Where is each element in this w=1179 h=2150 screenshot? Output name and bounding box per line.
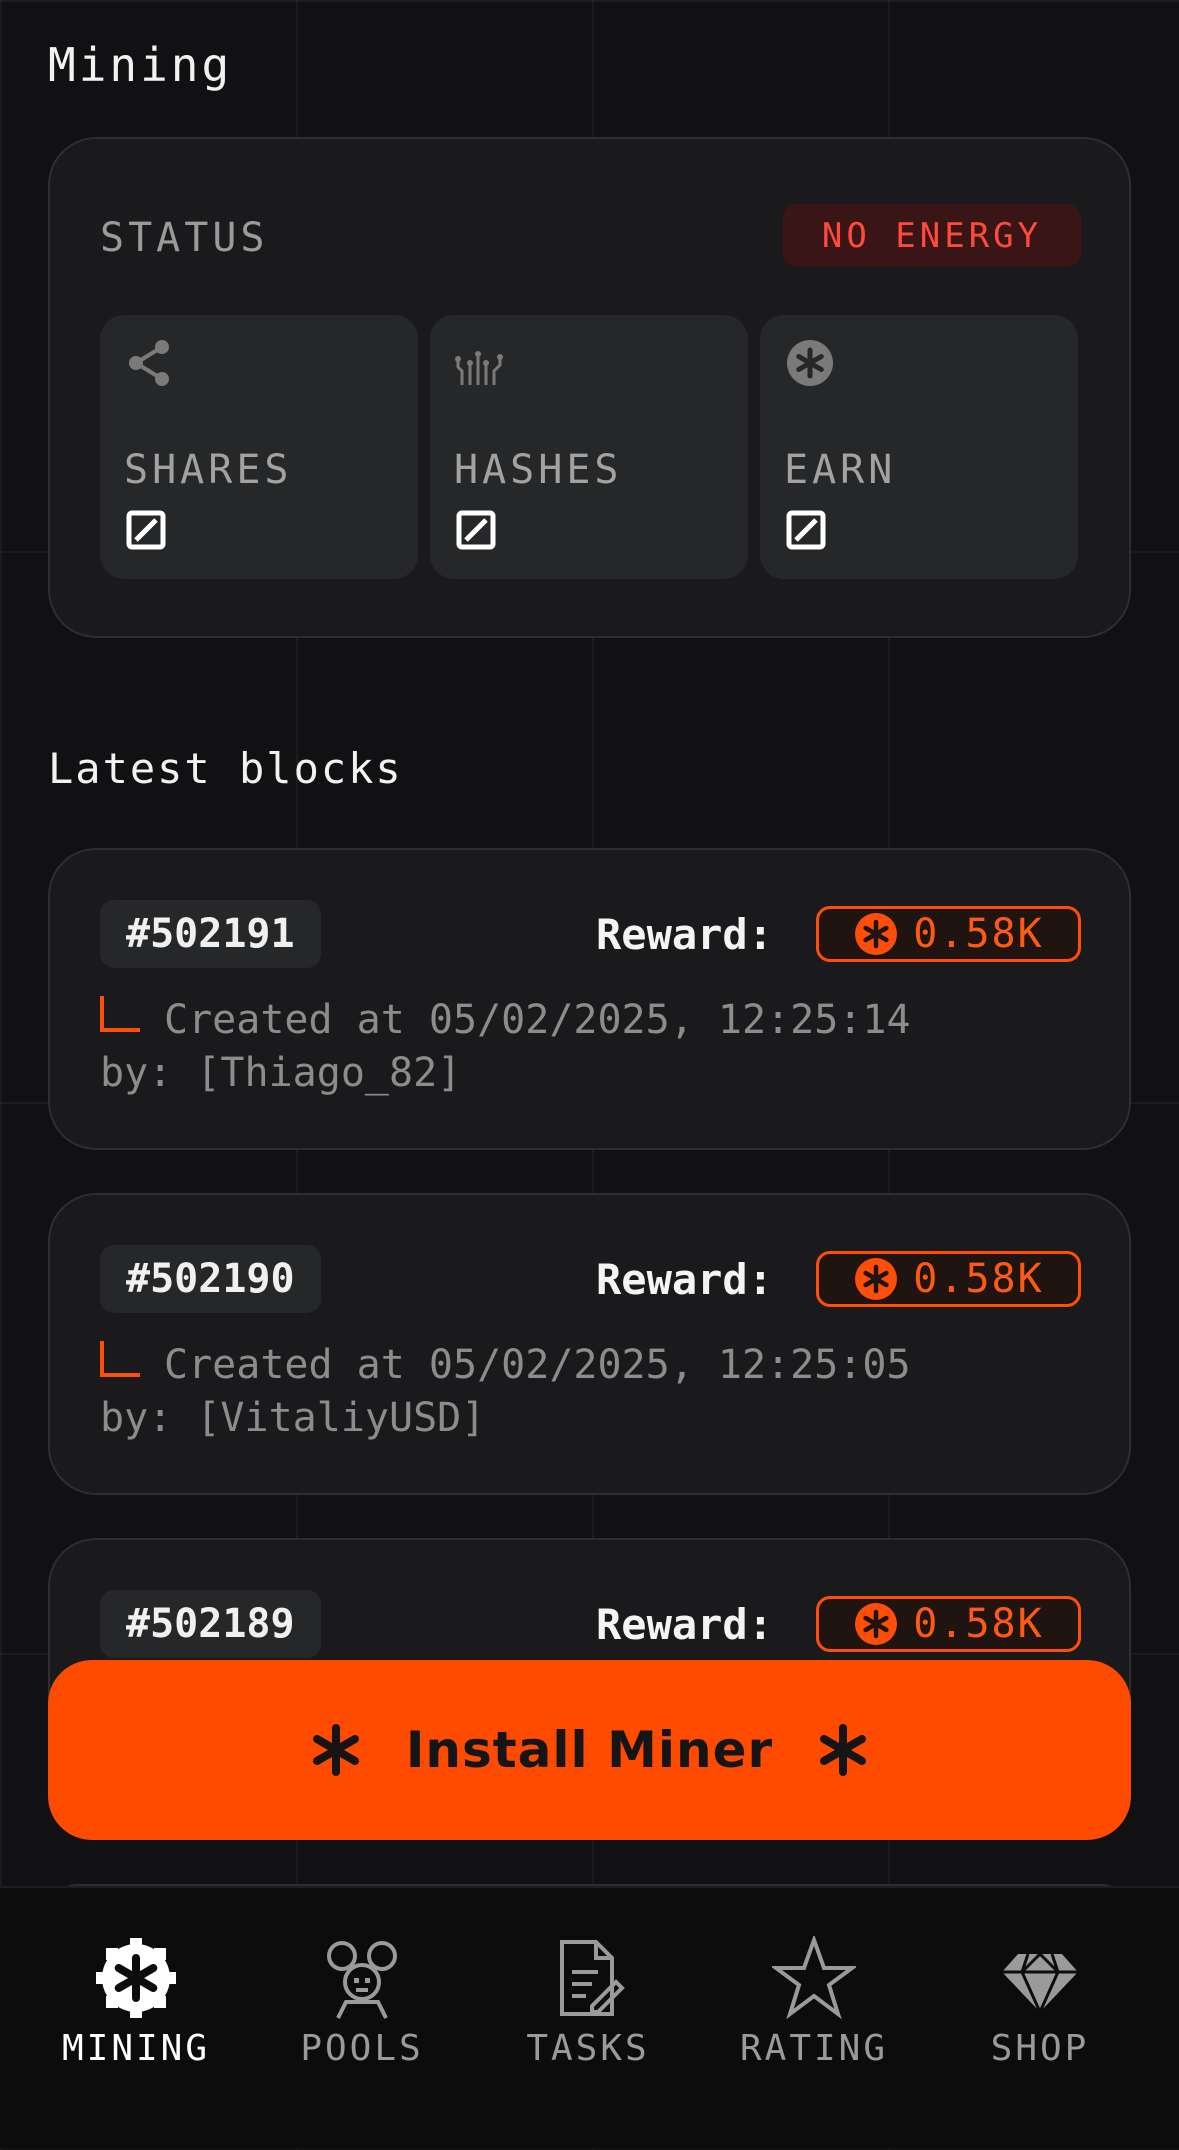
pools-icon [327,1941,397,2019]
nav-label: RATING [739,2028,889,2069]
block-created-by: by: [VitaliyUSD] [100,1395,486,1441]
nav-item-rating[interactable]: RATING [696,1888,932,2150]
rating-icon [772,1936,856,2020]
coin-icon [787,340,833,386]
tasks-icon [560,1940,625,2016]
nav-item-mining[interactable]: MINING [18,1888,254,2150]
page-title: Mining [48,38,233,92]
empty-value-icon [126,510,166,550]
elbow-connector-icon [100,996,140,1032]
coin-icon [855,1603,898,1645]
reward-badge: 0.58K [816,1596,1081,1652]
nav-item-tasks[interactable]: TASKS [470,1888,706,2150]
empty-value-icon [786,510,826,550]
block-created-at: Created at 05/02/2025, 12:25:05 [164,1342,911,1388]
latest-blocks-title: Latest blocks [48,744,403,793]
block-created-info: Created at 05/02/2025, 12:25:14 by: [Thi… [100,994,1100,1100]
circuit-icon [455,351,503,385]
no-energy-badge: NO ENERGY [783,204,1081,267]
share-icon [129,340,169,386]
bottom-nav: MINING POOLS TASKS RATING SHOP [0,1886,1179,2148]
elbow-connector-icon [100,1341,140,1377]
block-created-by: by: [Thiago_82] [100,1050,462,1096]
empty-value-icon [456,510,496,550]
block-card[interactable]: #502190 Reward: 0.58K Created at 05/02/2… [48,1193,1131,1495]
shares-tile: SHARES [100,315,418,579]
status-card: STATUS NO ENERGY SHARES HASHES EARN [48,137,1131,638]
nav-label: MINING [61,2028,211,2069]
earn-label: EARN [784,447,897,493]
block-created-at: Created at 05/02/2025, 12:25:14 [164,997,911,1043]
reward-value: 0.58K [913,1601,1044,1647]
coin-icon [855,913,898,955]
nav-item-pools[interactable]: POOLS [244,1888,480,2150]
block-card[interactable]: #502191 Reward: 0.58K Created at 05/02/2… [48,848,1131,1150]
reward-value: 0.58K [913,1256,1044,1302]
install-miner-button[interactable]: Install Miner [48,1660,1131,1840]
block-id: #502189 [100,1590,321,1658]
hashes-label: HASHES [454,447,623,493]
shares-label: SHARES [124,447,293,493]
status-label: STATUS [100,215,269,261]
block-created-info: Created at 05/02/2025, 12:25:05 by: [Vit… [100,1339,1100,1445]
nav-label: POOLS [300,2028,424,2069]
reward-badge: 0.58K [816,906,1081,962]
earn-tile: EARN [760,315,1078,579]
block-id: #502190 [100,1245,321,1313]
nav-label: SHOP [990,2028,1090,2069]
block-id: #502191 [100,900,321,968]
coin-icon [855,1258,898,1300]
reward-value: 0.58K [913,911,1044,957]
nav-item-shop[interactable]: SHOP [922,1888,1158,2150]
reward-badge: 0.58K [816,1251,1081,1307]
reward-label: Reward: [596,1255,774,1304]
asterisk-icon [820,1724,867,1776]
hashes-tile: HASHES [430,315,748,579]
nav-label: TASKS [526,2028,650,2069]
install-miner-label: Install Miner [405,1721,774,1779]
mining-icon [96,1938,176,2018]
reward-label: Reward: [596,1600,774,1649]
asterisk-icon [312,1724,359,1776]
shop-icon [1002,1951,1078,2016]
reward-label: Reward: [596,910,774,959]
